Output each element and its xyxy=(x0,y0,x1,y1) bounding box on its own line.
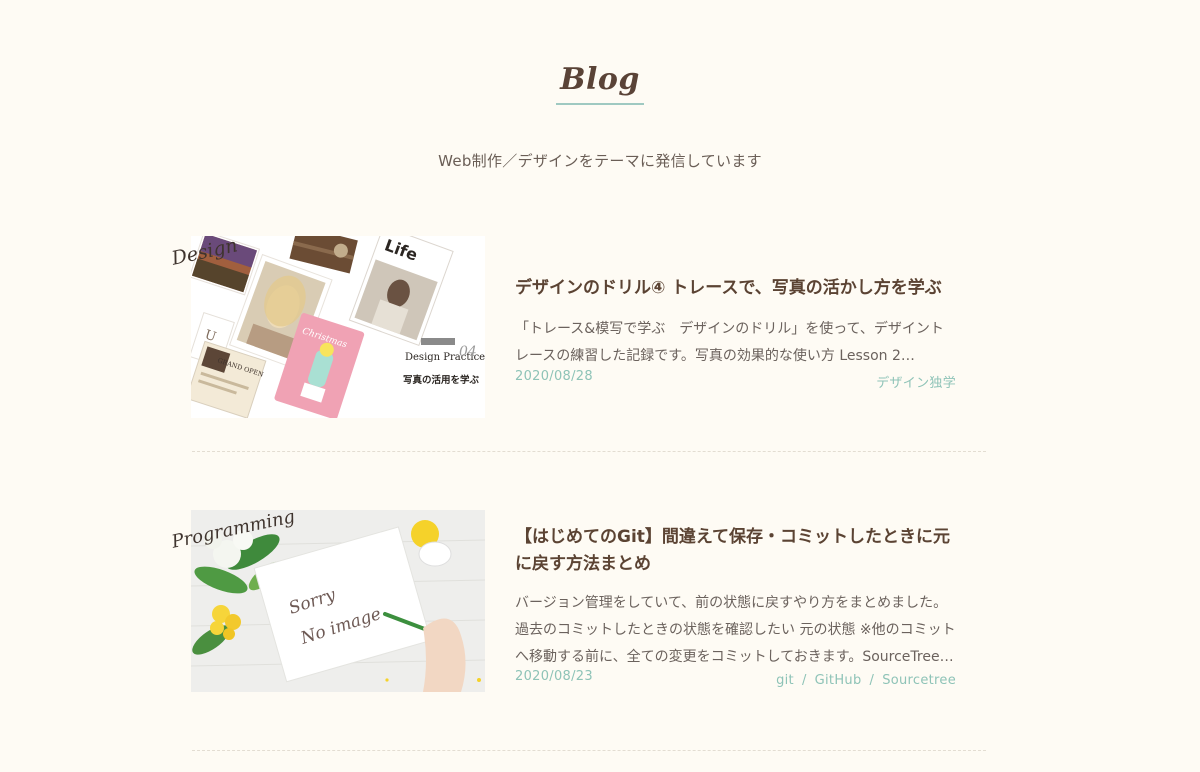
tag-link[interactable]: git xyxy=(776,673,794,688)
section-title: Blog xyxy=(556,62,644,105)
post-divider xyxy=(192,750,986,751)
tag-link[interactable]: GitHub xyxy=(815,673,862,688)
post-title[interactable]: 【はじめてのGit】間違えて保存・コミットしたときに元に戻す方法まとめ xyxy=(515,524,955,578)
post-excerpt: バージョン管理をしていて、前の状態に戻すやり方をまとめました。過去のコミットした… xyxy=(515,595,956,665)
post-date: 2020/08/23 xyxy=(515,669,593,684)
blog-post-card[interactable]: Programming Sorry No image 【はじめてのGit】間違え… xyxy=(170,506,986,752)
section-lead: Web制作／デザインをテーマに発信しています xyxy=(438,152,762,170)
post-date: 2020/08/28 xyxy=(515,369,593,384)
practice-number: 04 xyxy=(459,344,477,360)
thumbnail-image: Life Christmas U GRAND OPEN Design Pract… xyxy=(191,236,485,418)
post-title[interactable]: デザインのドリル④ トレースで、写真の活かし方を学ぶ xyxy=(515,275,955,302)
post-thumbnail[interactable]: Life Christmas U GRAND OPEN Design Pract… xyxy=(191,236,485,418)
blog-post-card[interactable]: Design Life Christmas U GRAND OPEN Desig… xyxy=(170,234,986,452)
section-heading: Blog xyxy=(0,62,1200,105)
blog-page: Blog Web制作／デザインをテーマに発信しています Design Life … xyxy=(0,0,1200,772)
tag-link[interactable]: デザイン独学 xyxy=(876,376,956,391)
post-tags: git / GitHub / Sourcetree xyxy=(776,673,956,688)
practice-subtitle: 写真の活用を学ぶ xyxy=(403,374,480,386)
tag-separator: / xyxy=(869,673,875,688)
post-excerpt: 「トレース&模写で学ぶ デザインのドリル」を使って、デザイントレースの練習した記… xyxy=(515,321,944,364)
post-tags: デザイン独学 xyxy=(876,372,956,391)
tag-separator: / xyxy=(801,673,807,688)
tag-link[interactable]: Sourcetree xyxy=(882,673,956,688)
post-divider xyxy=(192,451,986,452)
